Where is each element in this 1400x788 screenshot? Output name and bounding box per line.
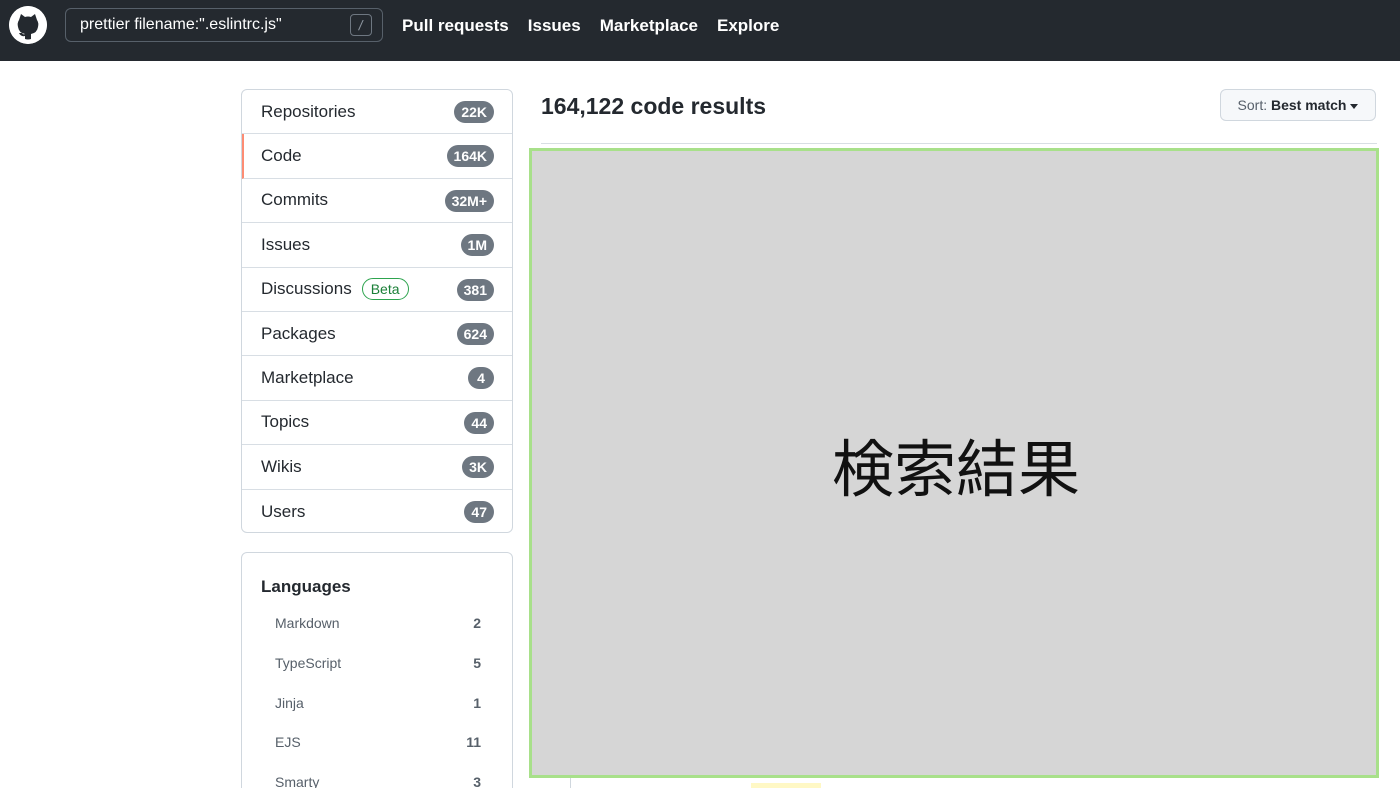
nav-pull-requests[interactable]: Pull requests: [402, 16, 509, 36]
search-results-placeholder: 検索結果: [529, 148, 1379, 778]
facet-count: 164K: [446, 145, 494, 168]
language-name: TypeScript: [275, 655, 342, 671]
facet-count: 32M+: [444, 189, 494, 212]
facet-label: Packages: [261, 323, 336, 343]
facet-label: Discussions: [261, 279, 352, 299]
facet-packages[interactable]: Packages 624: [242, 312, 512, 357]
language-name: Markdown: [275, 615, 340, 631]
facet-count: 4: [468, 367, 494, 390]
languages-title: Languages: [261, 577, 351, 596]
search-input[interactable]: [80, 15, 340, 35]
nav-issues[interactable]: Issues: [528, 16, 581, 36]
facet-label: Repositories: [261, 101, 356, 121]
facet-label: Wikis: [261, 456, 302, 476]
facet-users[interactable]: Users 47: [242, 490, 512, 532]
facet-count: 44: [464, 411, 494, 434]
language-item[interactable]: Markdown 2: [275, 615, 481, 635]
header-nav: Pull requests Issues Marketplace Explore: [402, 16, 798, 36]
results-count-heading: 164,122 code results: [541, 93, 767, 119]
facet-count: 624: [456, 322, 494, 345]
facet-label: Code: [261, 146, 302, 166]
caret-down-icon: [1350, 103, 1359, 109]
sort-value: Best match: [1271, 97, 1347, 113]
slash-shortcut-icon: /: [350, 14, 372, 36]
beta-badge: Beta: [361, 278, 409, 301]
facet-commits[interactable]: Commits 32M+: [242, 179, 512, 224]
facet-topics[interactable]: Topics 44: [242, 401, 512, 446]
language-item[interactable]: EJS 11: [275, 734, 481, 754]
facet-discussions[interactable]: Discussions Beta 381: [242, 268, 512, 312]
nav-explore[interactable]: Explore: [717, 16, 779, 36]
sort-prefix: Sort:: [1237, 97, 1268, 113]
facet-count: 3K: [462, 456, 494, 479]
language-count: 11: [466, 734, 481, 750]
language-item[interactable]: Smarty 3: [275, 774, 481, 788]
facet-label: Issues: [261, 234, 311, 254]
code-highlight: [751, 783, 821, 788]
language-count: 5: [473, 655, 481, 671]
sort-dropdown-button[interactable]: Sort: Best match: [1220, 89, 1376, 121]
placeholder-text: 検索結果: [831, 433, 1080, 506]
language-count: 3: [473, 774, 481, 788]
language-count: 1: [473, 695, 481, 711]
github-logo-icon[interactable]: [9, 6, 47, 44]
facet-count: 1M: [460, 234, 494, 257]
facet-count: 22K: [454, 101, 494, 123]
search-type-menu: Repositories 22K Code 164K Commits 32M+ …: [241, 89, 513, 533]
facet-label: Users: [261, 501, 306, 521]
facet-wikis[interactable]: Wikis 3K: [242, 445, 512, 490]
facet-repositories[interactable]: Repositories 22K: [242, 90, 512, 135]
search-box[interactable]: /: [65, 8, 383, 42]
language-name: EJS: [275, 734, 301, 750]
facet-count: 47: [464, 500, 494, 523]
language-name: Jinja: [275, 695, 304, 711]
facet-count: 381: [456, 278, 494, 301]
language-name: Smarty: [275, 774, 320, 788]
facet-issues[interactable]: Issues 1M: [242, 223, 512, 268]
facet-code[interactable]: Code 164K: [242, 134, 512, 179]
nav-marketplace[interactable]: Marketplace: [600, 16, 698, 36]
facet-label: Topics: [261, 412, 310, 432]
global-header: / Pull requests Issues Marketplace Explo…: [0, 0, 1400, 61]
language-item[interactable]: Jinja 1: [275, 695, 481, 715]
facet-marketplace[interactable]: Marketplace 4: [242, 356, 512, 401]
facet-label: Marketplace: [261, 368, 354, 388]
facet-label: Commits: [261, 190, 329, 210]
languages-panel: Languages Markdown 2 TypeScript 5 Jinja …: [241, 552, 513, 788]
language-count: 2: [473, 615, 481, 631]
code-snippet-peek: [570, 778, 1378, 788]
results-divider: [541, 143, 1377, 144]
language-item[interactable]: TypeScript 5: [275, 655, 481, 675]
